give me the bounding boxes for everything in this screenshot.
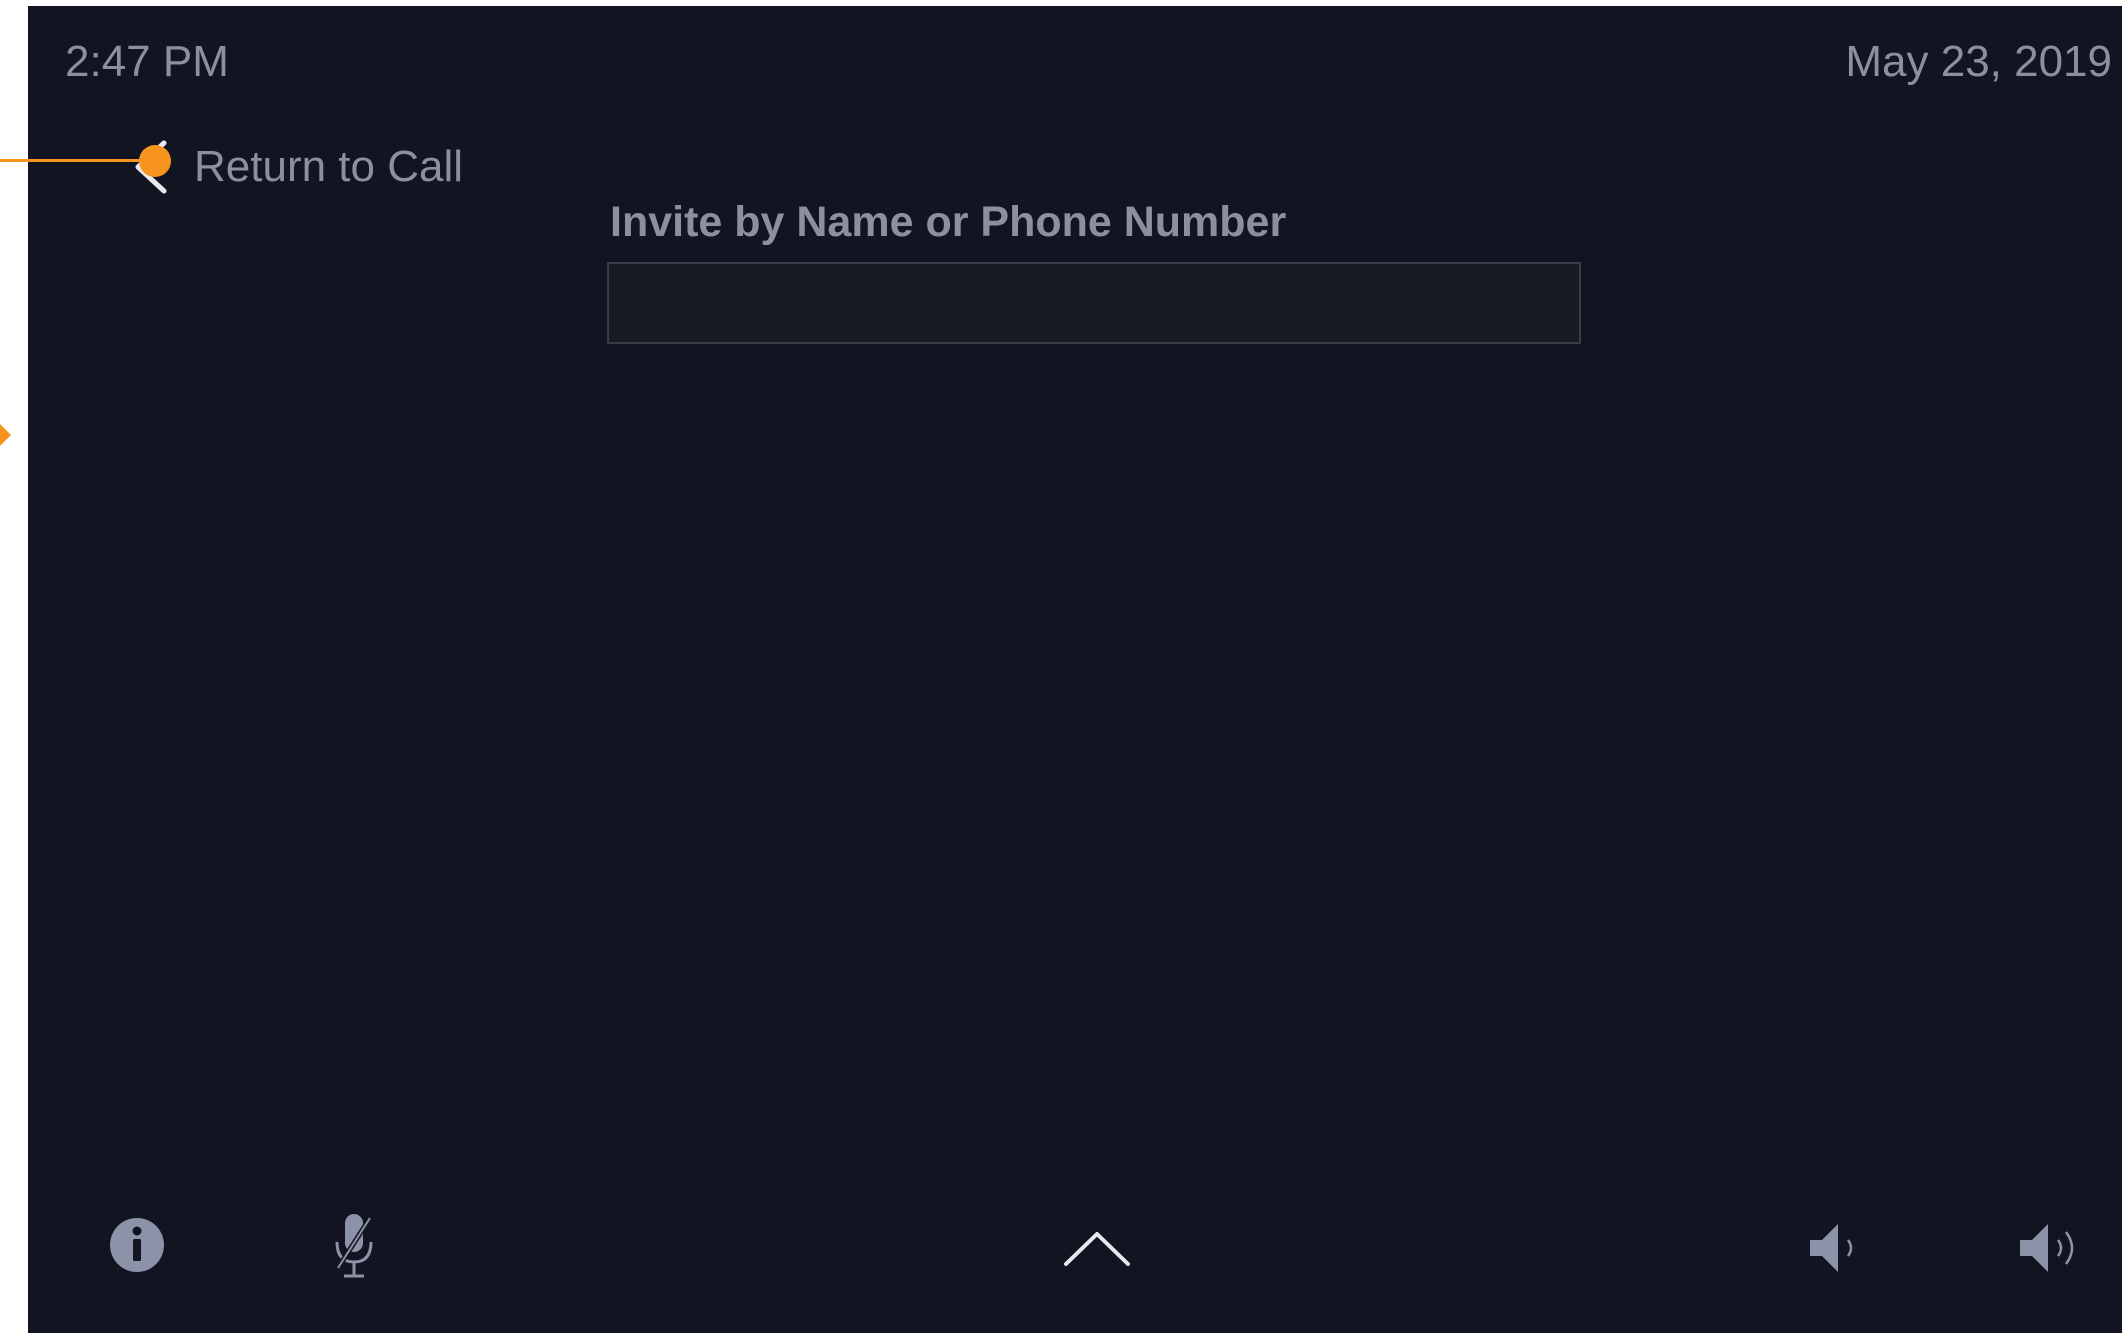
microphone-muted-icon xyxy=(335,1214,373,1278)
annotation-leader-line xyxy=(0,159,142,162)
volume-up-icon xyxy=(2020,1224,2074,1272)
volume-down-button[interactable] xyxy=(1806,1218,1866,1278)
return-to-call-label: Return to Call xyxy=(194,142,464,191)
mute-microphone-button[interactable] xyxy=(330,1212,378,1282)
page: 2:47 PM May 23, 2019 Return to Call Invi… xyxy=(0,0,2122,1333)
touch-panel-screen: 2:47 PM May 23, 2019 Return to Call Invi… xyxy=(28,6,2122,1333)
invite-label: Invite by Name or Phone Number xyxy=(610,198,1287,246)
chevron-up-icon xyxy=(1064,1232,1130,1266)
invite-input[interactable] xyxy=(607,262,1581,344)
status-time: 2:47 PM xyxy=(65,37,229,86)
status-date: May 23, 2019 xyxy=(1845,37,2112,86)
volume-up-button[interactable] xyxy=(2016,1218,2088,1278)
annotation-arrow xyxy=(0,424,11,446)
expand-panel-button[interactable] xyxy=(1062,1226,1132,1270)
info-button[interactable] xyxy=(108,1216,166,1274)
info-icon xyxy=(110,1218,164,1272)
annotation-callout-dot xyxy=(139,145,171,177)
volume-down-icon xyxy=(1810,1224,1853,1272)
